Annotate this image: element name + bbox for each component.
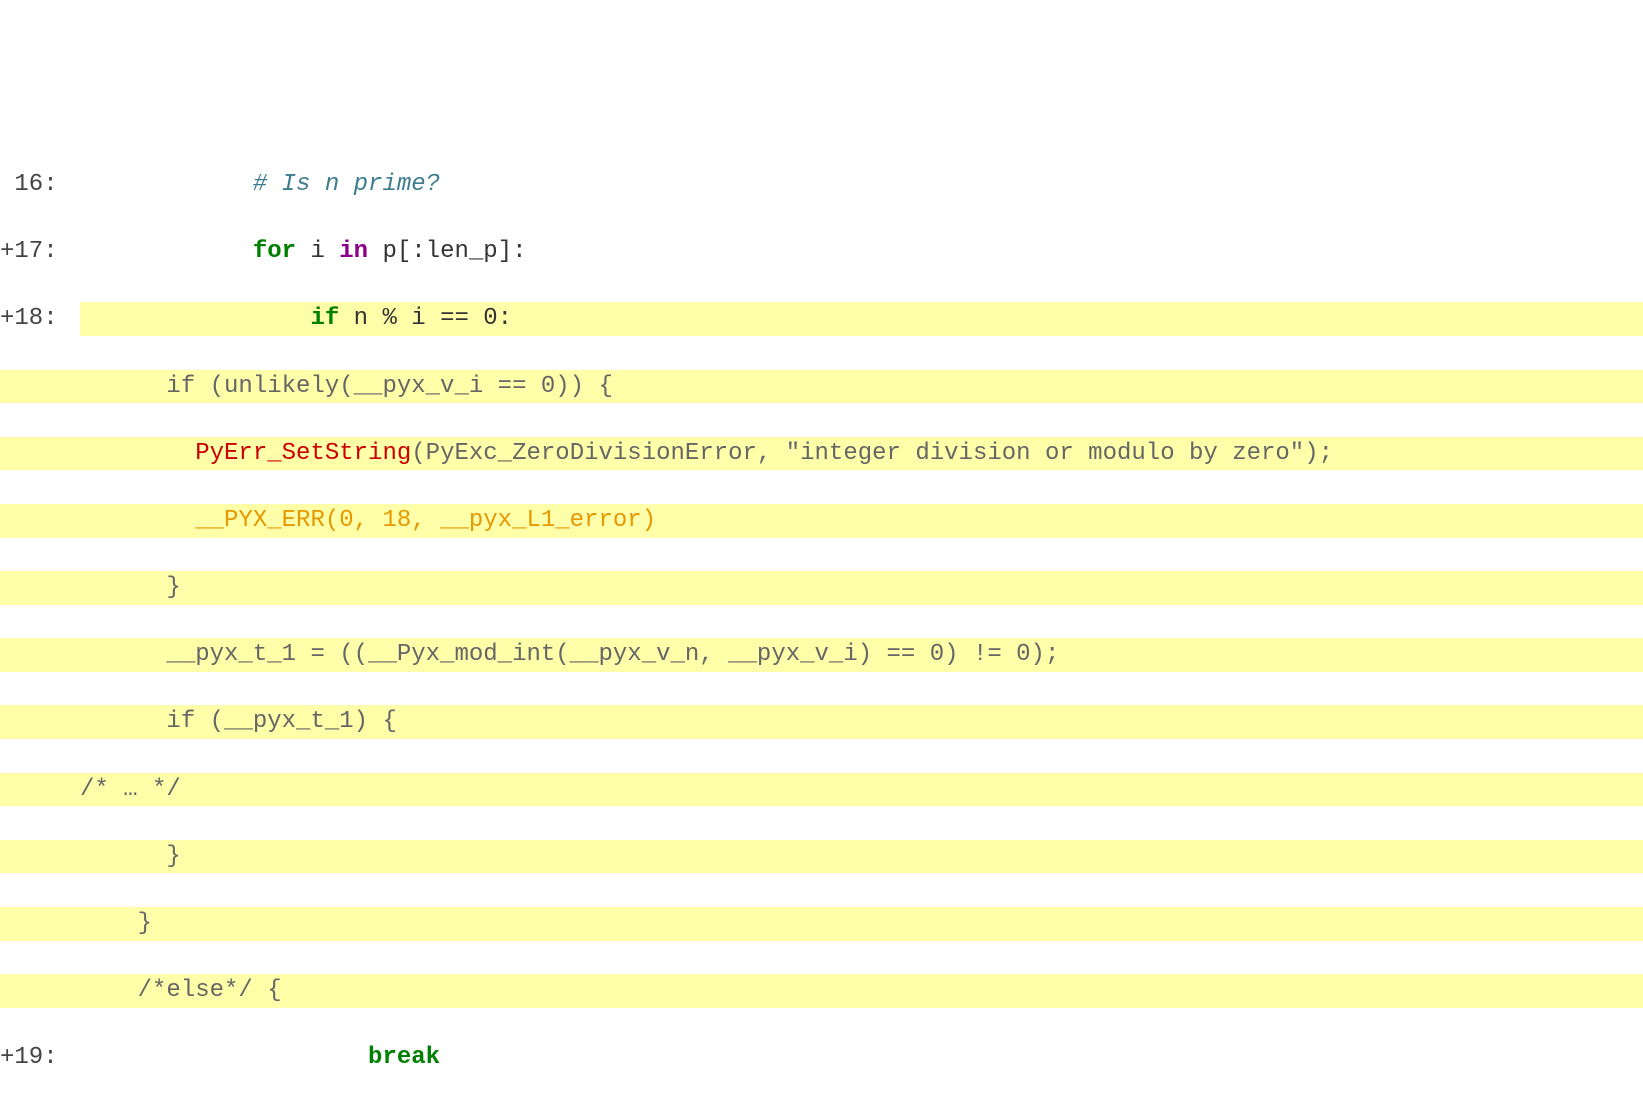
line-number-empty bbox=[0, 840, 80, 874]
keyword-in: in bbox=[339, 238, 368, 265]
line-number-empty bbox=[0, 773, 80, 807]
indent bbox=[80, 1044, 368, 1071]
source-line: +17: for i in p[:len_p]: bbox=[0, 235, 1643, 269]
source-line: +19: break bbox=[0, 1041, 1643, 1075]
c-code-text: } bbox=[80, 907, 1643, 941]
c-expansion-line: /* … */ bbox=[0, 773, 1643, 807]
indent bbox=[80, 238, 253, 265]
c-code-text: __pyx_t_1 = ((__Pyx_mod_int(__pyx_v_n, _… bbox=[80, 638, 1643, 672]
c-expansion-line: PyErr_SetString(PyExc_ZeroDivisionError,… bbox=[0, 437, 1643, 471]
line-content: if n % i == 0: bbox=[80, 302, 1643, 336]
c-expansion-line: } bbox=[0, 840, 1643, 874]
code-block: 16: # Is n prime? +17: for i in p[:len_p… bbox=[0, 134, 1643, 1108]
source-line: 16: # Is n prime? bbox=[0, 168, 1643, 202]
c-code-text: (PyExc_ZeroDivisionError, "integer divis… bbox=[411, 440, 1333, 467]
c-code-text: if (__pyx_t_1) { bbox=[80, 705, 1643, 739]
line-number-empty bbox=[0, 370, 80, 404]
c-code-text: /*else*/ { bbox=[80, 974, 1643, 1008]
code-text: n % i == 0: bbox=[339, 305, 512, 332]
line-number: +19: bbox=[0, 1041, 80, 1075]
c-expansion-line: } bbox=[0, 571, 1643, 605]
c-code-text: __PYX_ERR(0, 18, __pyx_L1_error) bbox=[80, 504, 1643, 538]
keyword-if: if bbox=[310, 305, 339, 332]
c-expansion-line: if (unlikely(__pyx_v_i == 0)) { bbox=[0, 370, 1643, 404]
line-content-comment: # Is n prime? bbox=[80, 168, 1643, 202]
indent bbox=[80, 305, 310, 332]
c-expansion-line: __pyx_t_1 = ((__Pyx_mod_int(__pyx_v_n, _… bbox=[0, 638, 1643, 672]
c-expansion-line: if (__pyx_t_1) { bbox=[0, 705, 1643, 739]
c-code-text: PyErr_SetString(PyExc_ZeroDivisionError,… bbox=[80, 437, 1643, 471]
code-text: p[:len_p]: bbox=[368, 238, 526, 265]
indent bbox=[80, 440, 195, 467]
line-content: break bbox=[80, 1041, 1643, 1075]
line-number-empty bbox=[0, 504, 80, 538]
line-content: for i in p[:len_p]: bbox=[80, 235, 1643, 269]
c-expansion-line: } bbox=[0, 907, 1643, 941]
keyword-for: for bbox=[253, 238, 296, 265]
line-number: +18: bbox=[0, 302, 80, 336]
line-number: +17: bbox=[0, 235, 80, 269]
line-number-empty bbox=[0, 974, 80, 1008]
line-number: 16: bbox=[0, 168, 80, 202]
keyword-break: break bbox=[368, 1044, 440, 1071]
c-code-text: } bbox=[80, 840, 1643, 874]
c-error-func: PyErr_SetString bbox=[195, 440, 411, 467]
c-expansion-line: __PYX_ERR(0, 18, __pyx_L1_error) bbox=[0, 504, 1643, 538]
c-code-text: /* … */ bbox=[80, 773, 1643, 807]
c-code-text: } bbox=[80, 571, 1643, 605]
indent bbox=[80, 507, 195, 534]
code-text: i bbox=[296, 238, 339, 265]
line-number-empty bbox=[0, 638, 80, 672]
c-code-text: if (unlikely(__pyx_v_i == 0)) { bbox=[80, 370, 1643, 404]
line-number-empty bbox=[0, 571, 80, 605]
c-macro-call: __PYX_ERR(0, 18, __pyx_L1_error) bbox=[195, 507, 656, 534]
line-number-empty bbox=[0, 907, 80, 941]
c-expansion-line: /*else*/ { bbox=[0, 974, 1643, 1008]
source-line-highlighted: +18: if n % i == 0: bbox=[0, 302, 1643, 336]
line-number-empty bbox=[0, 705, 80, 739]
line-number-empty bbox=[0, 437, 80, 471]
